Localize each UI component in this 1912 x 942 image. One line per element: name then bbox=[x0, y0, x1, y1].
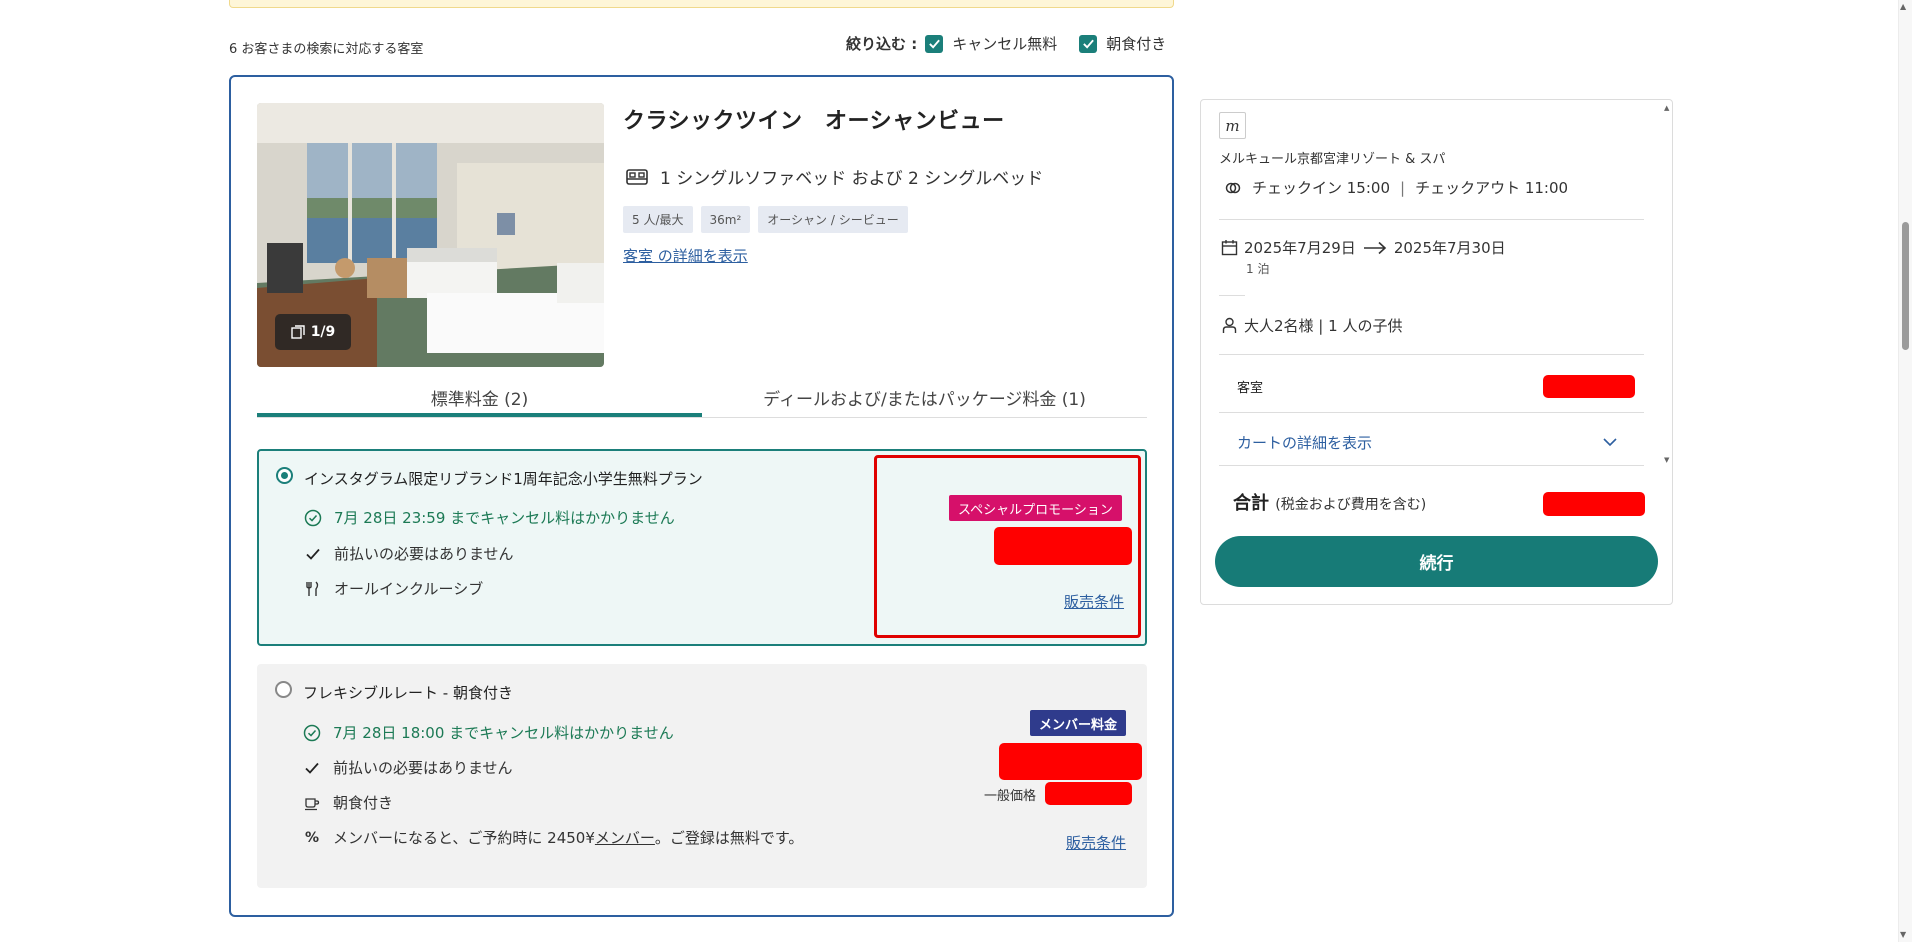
results-count: 6 お客さまの検索に対応する客室 bbox=[229, 42, 424, 57]
page-scroll-thumb[interactable] bbox=[1902, 222, 1909, 350]
separator: | bbox=[1400, 178, 1406, 197]
clock-check-icon bbox=[304, 509, 322, 527]
divider bbox=[1219, 354, 1644, 355]
room-title: クラシックツイン オーシャンビュー bbox=[623, 109, 1005, 134]
calendar-icon bbox=[1221, 240, 1238, 256]
prepay-info: 前払いの必要はありません bbox=[304, 543, 514, 564]
guests-text: 大人2名様 | 1 人の子供 bbox=[1244, 317, 1403, 335]
meal-info: 朝食付き bbox=[303, 792, 393, 813]
cutlery-icon bbox=[304, 580, 322, 598]
room-tags: 5 人/最大 36m² オーシャン / シービュー bbox=[623, 206, 908, 233]
room-details-link[interactable]: 客室 の詳細を表示 bbox=[623, 245, 748, 266]
continue-button[interactable]: 続行 bbox=[1215, 536, 1658, 587]
cancellation-text: 7月 28日 18:00 までキャンセル料はかかりません bbox=[333, 724, 674, 742]
date-from: 2025年7月29日 bbox=[1244, 239, 1356, 257]
coffee-cup-icon bbox=[303, 794, 321, 812]
filter-breakfast[interactable]: 朝食付き bbox=[1079, 33, 1166, 54]
chevron-down-icon[interactable] bbox=[1601, 433, 1619, 451]
scroll-down-icon[interactable]: ▼ bbox=[1900, 930, 1906, 939]
room-price-redacted bbox=[1543, 375, 1635, 398]
general-price-label: 一般価格 bbox=[984, 789, 1037, 804]
gallery-icon bbox=[290, 325, 305, 339]
rate-name: フレキシブルレート - 朝食付き bbox=[303, 684, 513, 702]
hotel-name: メルキュール京都宮津リゾート & スパ bbox=[1219, 152, 1446, 167]
tag-occupancy: 5 人/最大 bbox=[623, 206, 693, 233]
member-rate-badge: メンバー料金 bbox=[1030, 710, 1127, 736]
guest-info: 大人2名様 | 1 人の子供 bbox=[1221, 315, 1402, 336]
rate-radio-selected[interactable] bbox=[276, 467, 293, 484]
stay-dates: 2025年7月29日 2025年7月30日 bbox=[1221, 237, 1506, 258]
meal-text: オールインクルーシブ bbox=[334, 580, 484, 598]
bed-info: 1 シングルソファベッド および 2 シングルベッド bbox=[625, 164, 1043, 189]
member-price-redacted bbox=[999, 743, 1142, 780]
divider bbox=[1219, 219, 1644, 220]
bed-text: 1 シングルソファベッド および 2 シングルベッド bbox=[660, 169, 1044, 189]
photo-counter-text: 1/9 bbox=[310, 324, 336, 340]
member-offer-prefix: メンバーになると、ご予約時に 2450¥ bbox=[333, 829, 595, 847]
meal-text: 朝食付き bbox=[333, 794, 394, 812]
sales-conditions-link[interactable]: 販売条件 bbox=[1066, 832, 1126, 853]
tag-size: 36m² bbox=[700, 206, 751, 233]
checkmark-icon bbox=[304, 545, 322, 563]
person-icon bbox=[1222, 317, 1237, 333]
prepay-info: 前払いの必要はありません bbox=[303, 757, 513, 778]
rate-name: インスタグラム限定リブランド1周年記念小学生無料プラン bbox=[304, 470, 703, 488]
meal-info: オールインクルーシブ bbox=[304, 578, 483, 599]
filter-free-cancellation[interactable]: キャンセル無料 bbox=[925, 33, 1057, 54]
checkbox-checked-icon[interactable] bbox=[1079, 34, 1098, 53]
tab-standard-rates[interactable]: 標準料金 (2) bbox=[257, 382, 702, 417]
cancellation-info: 7月 28日 18:00 までキャンセル料はかかりません bbox=[303, 722, 674, 743]
rate-tabs: 標準料金 (2) ディールおよび/またはパッケージ料金 (1) bbox=[257, 382, 1147, 418]
bed-icon bbox=[626, 168, 648, 185]
divider bbox=[1219, 412, 1644, 413]
special-promotion-badge: スペシャルプロモーション bbox=[949, 495, 1122, 521]
prepay-text: 前払いの必要はありません bbox=[333, 759, 513, 777]
total-text: 合計 bbox=[1233, 493, 1269, 514]
page-scrollbar[interactable] bbox=[1898, 0, 1912, 942]
info-banner bbox=[229, 0, 1174, 8]
hotel-logo: m bbox=[1219, 112, 1246, 139]
arrow-right-icon bbox=[1363, 241, 1386, 254]
filter-bar: 絞り込む : キャンセル無料 朝食付き bbox=[846, 33, 1166, 54]
sidebar-scroll-up-icon[interactable]: ▲ bbox=[1664, 104, 1669, 112]
filter-label: 絞り込む : bbox=[846, 35, 918, 53]
link-icon bbox=[1225, 182, 1241, 193]
percent-icon: % bbox=[304, 829, 320, 846]
photo-counter[interactable]: 1/9 bbox=[275, 314, 351, 350]
scroll-up-icon[interactable]: ▲ bbox=[1900, 2, 1906, 11]
filter-label-free-cancellation: キャンセル無料 bbox=[952, 35, 1058, 53]
cancellation-info: 7月 28日 23:59 までキャンセル料はかかりません bbox=[304, 507, 675, 528]
checkmark-icon bbox=[303, 759, 321, 777]
total-price-redacted bbox=[1543, 492, 1645, 516]
total-label: 合計 (税金および費用を含む) bbox=[1233, 489, 1426, 515]
sales-conditions-link[interactable]: 販売条件 bbox=[1064, 591, 1124, 612]
divider bbox=[1219, 465, 1644, 466]
checkbox-checked-icon[interactable] bbox=[925, 34, 944, 53]
member-offer-suffix: 。ご登録は無料です。 bbox=[654, 829, 804, 847]
tab-deals-packages[interactable]: ディールおよび/またはパッケージ料金 (1) bbox=[702, 382, 1147, 417]
checkin-checkout: チェックイン 15:00 | チェックアウト 11:00 bbox=[1224, 177, 1568, 198]
clock-check-icon bbox=[303, 724, 321, 742]
cancellation-text: 7月 28日 23:59 までキャンセル料はかかりません bbox=[334, 509, 675, 527]
total-subtext: (税金および費用を含む) bbox=[1275, 497, 1427, 513]
prepay-text: 前払いの必要はありません bbox=[334, 545, 514, 563]
filter-label-breakfast: 朝食付き bbox=[1106, 35, 1167, 53]
cart-details-toggle[interactable]: カートの詳細を表示 bbox=[1237, 432, 1372, 453]
member-offer-info: % メンバーになると、ご予約時に 2450¥ メンバー 。ご登録は無料です。 bbox=[303, 827, 803, 848]
booking-summary bbox=[1200, 99, 1673, 605]
date-to: 2025年7月30日 bbox=[1393, 239, 1506, 257]
price-redacted bbox=[994, 527, 1132, 565]
room-price-label: 客室 bbox=[1237, 381, 1264, 396]
rate-radio-unselected[interactable] bbox=[275, 681, 292, 698]
checkin-time: チェックイン 15:00 bbox=[1252, 179, 1390, 197]
divider bbox=[1219, 295, 1245, 296]
checkout-time: チェックアウト 11:00 bbox=[1415, 179, 1569, 197]
nights-count: 1 泊 bbox=[1246, 262, 1270, 276]
general-price-redacted bbox=[1045, 782, 1132, 805]
member-link[interactable]: メンバー bbox=[595, 827, 655, 848]
sidebar-scroll-down-icon[interactable]: ▼ bbox=[1664, 456, 1669, 464]
tag-view: オーシャン / シービュー bbox=[758, 206, 908, 233]
